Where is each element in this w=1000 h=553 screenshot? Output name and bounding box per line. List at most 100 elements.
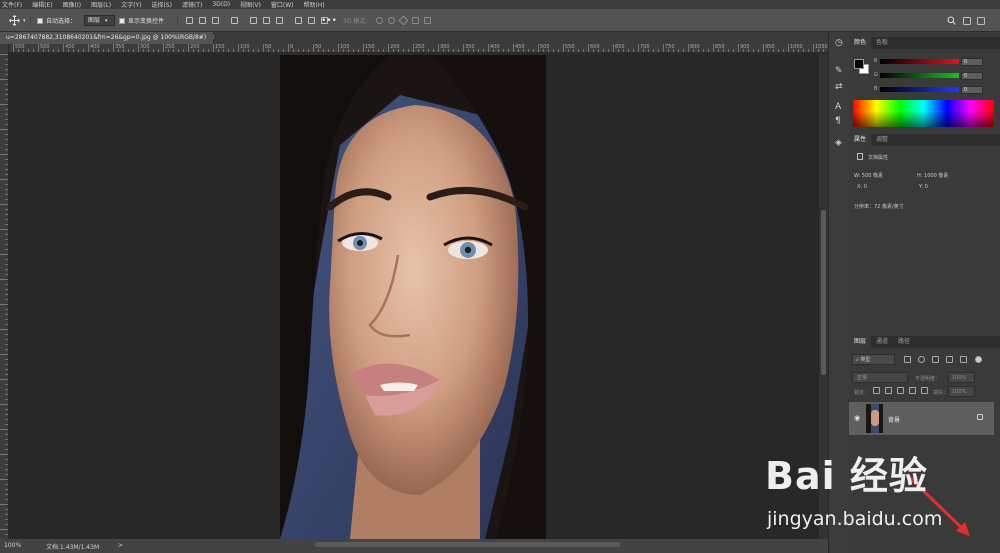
ruler-tick [238,44,239,52]
ruler-tick [0,79,8,80]
ruler-tick [808,49,809,52]
align-bottom-icon[interactable] [212,17,219,24]
3d-pan-icon[interactable] [398,15,409,26]
ruler-tick [688,44,689,52]
3d-roll-icon[interactable] [388,17,395,24]
ruler-tick [668,49,669,52]
character-icon[interactable]: A [835,102,841,112]
tab-layers[interactable]: 图层 [849,336,872,348]
brush-icon[interactable]: ✎ [835,66,843,76]
menu-item[interactable]: 图层(L) [91,0,111,9]
channel-r-slider[interactable] [880,59,959,64]
ruler-tick [778,49,779,52]
ruler-tick [763,44,764,52]
lock-position-icon[interactable] [897,387,904,394]
ruler-tick [573,49,574,52]
filter-toggle-icon[interactable] [975,356,982,363]
layer-row[interactable]: ◉ 背景 [849,402,994,435]
align-top-icon[interactable] [186,17,193,24]
tab-properties[interactable]: 属性 [849,134,872,146]
menu-item[interactable]: 3D(D) [212,1,230,8]
filter-smart-icon[interactable] [960,356,967,363]
3d-scale-icon[interactable] [424,17,431,24]
ruler-tick [378,49,379,52]
channel-b-slider[interactable] [880,87,959,92]
lock-all-icon[interactable] [921,387,928,394]
zoom-level[interactable]: 100% [4,542,21,549]
channel-r-value[interactable]: 0 [961,58,983,66]
3d-slide-icon[interactable] [412,17,419,24]
adjust-sliders-icon[interactable]: ⇄ [835,82,843,92]
channel-b-value[interactable]: 0 [961,86,983,94]
show-transform-checkbox[interactable]: 显示变换控件 [119,15,164,26]
tab-color[interactable]: 颜色 [849,37,872,49]
ruler-tick [5,459,8,460]
ruler-tick [558,49,559,52]
menu-item[interactable]: 视图(V) [240,0,261,9]
status-menu-arrow[interactable]: > [118,542,123,549]
align-left-icon[interactable] [250,17,257,24]
color-spectrum[interactable] [853,100,994,127]
channel-g-slider[interactable] [880,73,959,78]
menu-item[interactable]: 帮助(H) [304,0,325,9]
ruler-tick [5,419,8,420]
tab-paths[interactable]: 路径 [893,336,915,348]
ruler-tick [823,49,824,52]
workspace-icon[interactable] [963,15,971,26]
3d-cube-icon[interactable]: ◈ [835,138,842,148]
filter-adjustment-icon[interactable] [918,356,925,363]
ruler-tick [303,49,304,52]
filter-pixel-icon[interactable] [904,356,911,363]
move-tool-icon[interactable]: ▾ [9,15,26,26]
menu-item[interactable]: 选择(S) [151,0,172,9]
distribute-left-icon[interactable] [295,17,302,24]
paragraph-icon[interactable]: ¶ [835,116,841,126]
menu-item[interactable]: 编辑(E) [32,0,52,9]
ruler-tick [5,169,8,170]
layer-filter-dropdown[interactable]: ⌕ 类型 [852,354,895,365]
ruler-tick [333,49,334,52]
foreground-color-swatch[interactable] [854,59,864,69]
baidu-watermark-logo: Bai 经验 [765,445,928,500]
horizontal-scroll-thumb[interactable] [315,542,620,547]
tab-channels[interactable]: 通道 [871,336,893,348]
search-icon[interactable] [947,15,956,26]
auto-select-target-dropdown[interactable]: 图层 ▾ [84,15,115,26]
align-vcenter-icon[interactable] [199,17,206,24]
tab-swatches[interactable]: 色板 [871,37,893,49]
visibility-eye-icon[interactable]: ◉ [854,414,860,422]
document-tab[interactable]: u=2867407882,3108640201&fm=26&gp=0.jpg @… [0,32,217,44]
ruler-tick [18,49,19,52]
ruler-tick [253,49,254,52]
menu-item[interactable]: 窗口(W) [271,0,294,9]
auto-select-checkbox[interactable]: 自动选择： [37,15,76,26]
channel-g-value[interactable]: 0 [961,72,983,80]
distribute-icon[interactable] [231,17,238,24]
ruler-tick [5,69,8,70]
lock-artboard-icon[interactable] [909,387,916,394]
ruler-tick [343,49,344,52]
distribute-center-icon[interactable] [308,17,315,24]
filter-type-icon[interactable] [932,356,939,363]
lock-image-icon[interactable] [885,387,892,394]
menu-item[interactable]: 图像(I) [63,0,81,9]
align-hcenter-icon[interactable] [263,17,270,24]
align-right-icon[interactable] [276,17,283,24]
blend-mode-dropdown[interactable]: 正常 [852,372,908,383]
filter-shape-icon[interactable] [946,356,953,363]
3d-orbit-icon[interactable] [376,17,383,24]
share-icon[interactable] [977,15,985,26]
menu-item[interactable]: 文件(F) [2,0,22,9]
fill-input[interactable]: 100% [948,386,975,397]
ruler-tick [598,49,599,52]
opacity-input[interactable]: 100% [948,372,975,383]
lock-transparent-icon[interactable] [873,387,880,394]
ruler-tick [48,49,49,52]
vertical-scroll-thumb[interactable] [821,210,826,375]
menu-item[interactable]: 滤镜(T) [182,0,202,9]
menu-item[interactable]: 文字(Y) [121,0,141,9]
more-options-icon[interactable]: ••• [321,15,337,26]
history-icon[interactable]: ◷ [835,38,843,48]
tab-adjustments[interactable]: 调整 [871,134,893,146]
document-image[interactable] [280,55,546,539]
